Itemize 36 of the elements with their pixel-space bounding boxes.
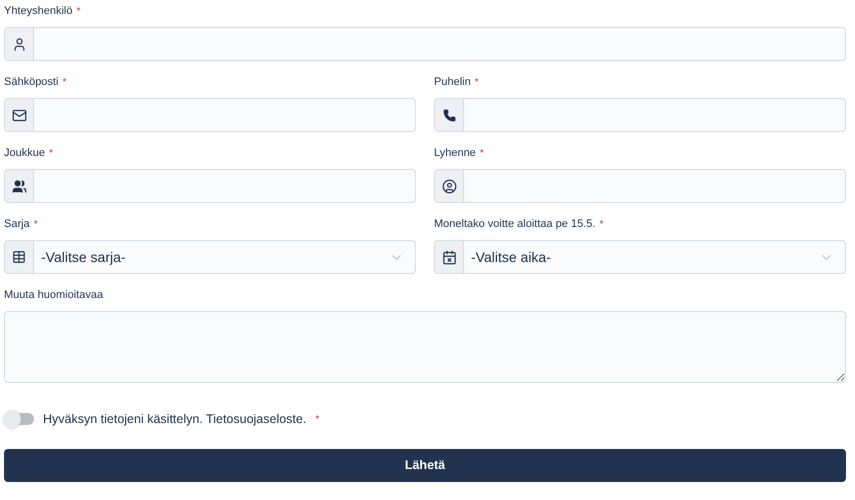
field-label: Sarja — [4, 216, 30, 232]
grid-icon — [12, 250, 26, 264]
input-field[interactable] — [434, 169, 846, 203]
select-field[interactable]: -Valitse aika- — [434, 240, 846, 274]
required-mark: * — [315, 412, 320, 426]
field-label: Moneltako voitte aloittaa pe 15.5. — [434, 216, 596, 232]
phone-icon — [442, 108, 456, 122]
input-field[interactable] — [4, 169, 416, 203]
notes-field[interactable] — [4, 311, 846, 383]
select-field[interactable]: -Valitse sarja- — [4, 240, 416, 274]
required-mark: * — [474, 76, 479, 90]
field-label: Lyhenne — [434, 146, 476, 161]
field-label: Muuta huomioitavaa — [4, 288, 104, 303]
select-value: -Valitse aika- — [471, 248, 551, 266]
person-circle-icon — [442, 178, 456, 194]
toggle-switch[interactable] — [4, 413, 34, 425]
field-label: Yhteyshenkilö — [4, 4, 72, 19]
field-label: Sähköposti — [4, 74, 58, 90]
person-icon — [12, 36, 26, 52]
select-value: -Valitse sarja- — [41, 248, 126, 267]
input-field[interactable] — [4, 98, 416, 132]
required-mark: * — [48, 146, 53, 160]
calendar-icon — [442, 250, 456, 264]
people-icon — [12, 178, 26, 194]
field-label: Puhelin — [434, 74, 471, 90]
consent-text: Hyväksyn tietojeni käsittelyn. Tietosuojaseloste. — [43, 410, 306, 428]
input-field[interactable] — [434, 98, 846, 132]
required-mark: * — [599, 218, 604, 232]
envelope-icon — [12, 108, 26, 122]
required-mark: * — [76, 4, 80, 18]
input-field[interactable] — [4, 27, 846, 61]
required-mark: * — [480, 146, 484, 160]
required-mark: * — [62, 76, 66, 90]
required-mark: * — [34, 218, 38, 232]
field-label: Joukkue — [4, 146, 45, 161]
submit-button[interactable]: Lähetä — [4, 449, 846, 482]
